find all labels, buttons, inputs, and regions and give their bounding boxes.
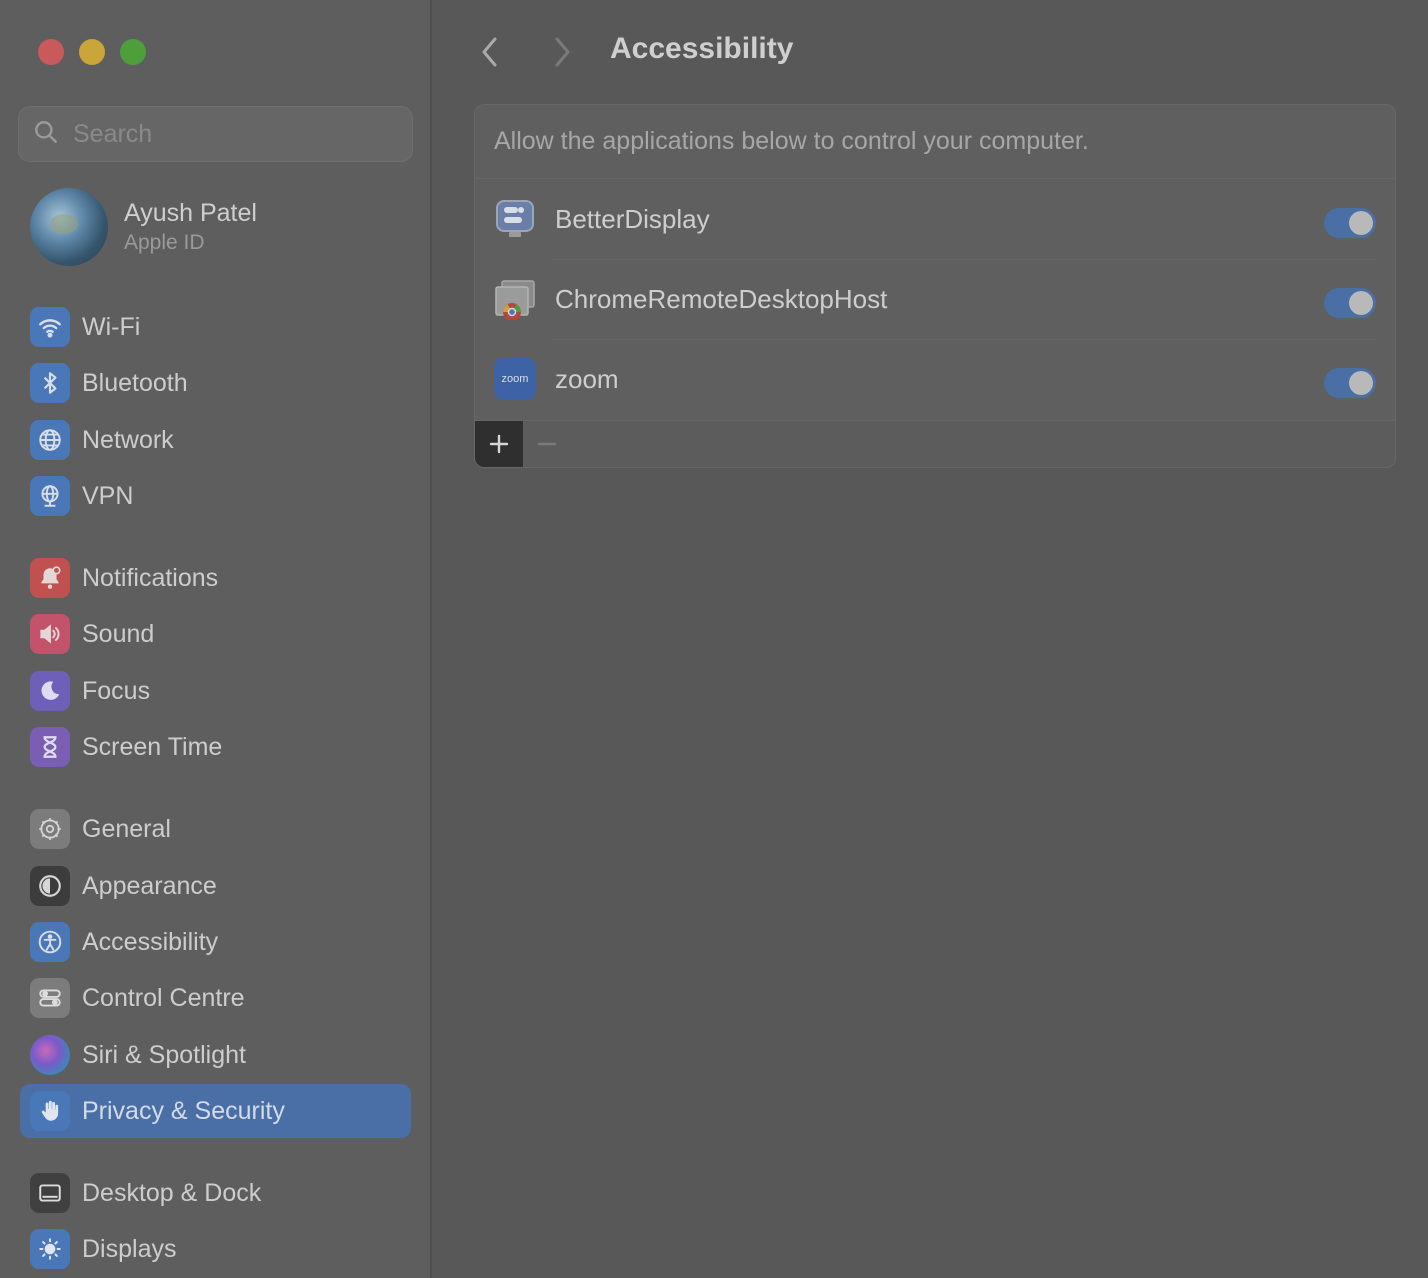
hourglass-icon bbox=[30, 727, 70, 767]
chevron-left-icon bbox=[482, 37, 497, 67]
sidebar-item-vpn[interactable]: VPN bbox=[20, 469, 411, 523]
sidebar-item-siri-spotlight[interactable]: Siri & Spotlight bbox=[20, 1028, 411, 1082]
plus-icon bbox=[489, 434, 509, 454]
search-field[interactable] bbox=[18, 106, 413, 162]
apple-id-profile[interactable]: Ayush Patel Apple ID bbox=[30, 188, 257, 266]
zoom-icon-text: zoom bbox=[501, 373, 529, 385]
chevron-right-icon bbox=[555, 37, 570, 67]
betterdisplay-toggle[interactable] bbox=[1324, 208, 1376, 238]
profile-name: Ayush Patel bbox=[124, 199, 257, 227]
page-title: Accessibility bbox=[610, 32, 794, 65]
sidebar-item-screen-time[interactable]: Screen Time bbox=[20, 720, 411, 774]
back-button[interactable] bbox=[472, 32, 508, 72]
sun-icon bbox=[30, 1229, 70, 1269]
sidebar-item-sound[interactable]: Sound bbox=[20, 607, 411, 661]
close-button[interactable] bbox=[38, 39, 64, 65]
avatar bbox=[30, 188, 108, 266]
bell-icon bbox=[30, 558, 70, 598]
moon-icon bbox=[30, 671, 70, 711]
sidebar-item-label: Appearance bbox=[82, 871, 217, 900]
sidebar-item-bluetooth[interactable]: Bluetooth bbox=[20, 356, 411, 410]
sidebar-item-label: Desktop & Dock bbox=[82, 1178, 262, 1207]
sidebar-item-label: Displays bbox=[82, 1234, 177, 1263]
zoom-app-icon: zoom bbox=[494, 358, 536, 400]
sidebar-item-focus[interactable]: Focus bbox=[20, 664, 411, 718]
minus-icon bbox=[537, 442, 557, 446]
sidebar-item-notifications[interactable]: Notifications bbox=[20, 551, 411, 605]
sidebar-item-label: Control Centre bbox=[82, 983, 245, 1012]
search-icon bbox=[33, 119, 59, 150]
speaker-icon bbox=[30, 614, 70, 654]
toolbar: Accessibility bbox=[434, 24, 1428, 80]
bluetooth-icon bbox=[30, 363, 70, 403]
gear-icon bbox=[30, 809, 70, 849]
accessibility-icon bbox=[30, 922, 70, 962]
siri-icon bbox=[30, 1035, 70, 1075]
panel-description: Allow the applications below to control … bbox=[475, 105, 1395, 179]
sidebar-item-label: Wi-Fi bbox=[82, 312, 141, 341]
sidebar-item-network[interactable]: Network bbox=[20, 413, 411, 467]
main-content: Accessibility Allow the applications bel… bbox=[434, 0, 1428, 1278]
app-row-chromeremotedesktophost: ChromeRemoteDesktopHost bbox=[475, 259, 1395, 339]
sidebar-item-label: Accessibility bbox=[82, 927, 219, 956]
sidebar-item-privacy-security[interactable]: Privacy & Security bbox=[20, 1084, 411, 1138]
app-name: zoom bbox=[555, 363, 619, 394]
forward-button[interactable] bbox=[544, 32, 580, 72]
zoom-toggle[interactable] bbox=[1324, 368, 1376, 398]
search-input[interactable] bbox=[73, 119, 393, 149]
globe-icon bbox=[30, 420, 70, 460]
sidebar-item-label: Siri & Spotlight bbox=[82, 1040, 246, 1069]
sidebar-item-label: Bluetooth bbox=[82, 368, 188, 397]
appearance-icon bbox=[30, 866, 70, 906]
app-name: BetterDisplay bbox=[555, 203, 710, 234]
sidebar-item-displays[interactable]: Displays bbox=[20, 1222, 411, 1276]
vpn-globe-icon bbox=[30, 476, 70, 516]
sidebar-item-label: Privacy & Security bbox=[82, 1096, 285, 1125]
app-row-zoom: zoom zoom bbox=[475, 339, 1395, 419]
sidebar-item-wifi[interactable]: Wi-Fi bbox=[20, 300, 411, 354]
chrome-remote-desktop-app-icon bbox=[494, 278, 536, 320]
sidebar-item-label: Network bbox=[82, 425, 174, 454]
minimize-button[interactable] bbox=[79, 39, 105, 65]
sidebar-item-label: Focus bbox=[82, 676, 151, 705]
sidebar-item-desktop-dock[interactable]: Desktop & Dock bbox=[20, 1166, 411, 1220]
sidebar-item-label: Notifications bbox=[82, 563, 219, 592]
switches-icon bbox=[30, 978, 70, 1018]
hand-icon bbox=[30, 1091, 70, 1131]
chromeremotedesktophost-toggle[interactable] bbox=[1324, 288, 1376, 318]
profile-subtitle: Apple ID bbox=[124, 231, 205, 254]
app-name: ChromeRemoteDesktopHost bbox=[555, 283, 888, 314]
sidebar-item-label: VPN bbox=[82, 481, 134, 510]
sidebar-item-accessibility[interactable]: Accessibility bbox=[20, 915, 411, 969]
wifi-icon bbox=[30, 307, 70, 347]
sidebar-item-control-centre[interactable]: Control Centre bbox=[20, 971, 411, 1025]
dock-icon bbox=[30, 1173, 70, 1213]
maximize-button[interactable] bbox=[120, 39, 146, 65]
betterdisplay-app-icon bbox=[494, 198, 536, 240]
add-app-button[interactable] bbox=[475, 420, 523, 467]
window-controls bbox=[38, 39, 146, 65]
sidebar-item-label: General bbox=[82, 814, 171, 843]
sidebar-item-appearance[interactable]: Appearance bbox=[20, 859, 411, 913]
sidebar-item-label: Screen Time bbox=[82, 732, 223, 761]
accessibility-apps-panel: Allow the applications below to control … bbox=[474, 104, 1396, 468]
panel-footer bbox=[475, 420, 1395, 467]
sidebar: Ayush Patel Apple ID Wi-Fi Bluetooth Net… bbox=[0, 0, 432, 1278]
sidebar-item-general[interactable]: General bbox=[20, 802, 411, 856]
remove-app-button[interactable] bbox=[523, 421, 571, 468]
app-row-betterdisplay: BetterDisplay bbox=[475, 179, 1395, 259]
sidebar-item-label: Sound bbox=[82, 619, 155, 648]
